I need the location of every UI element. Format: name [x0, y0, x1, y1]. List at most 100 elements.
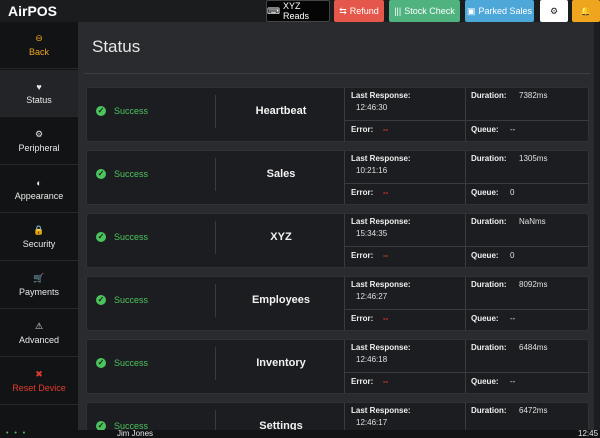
refund-label: Refund — [349, 6, 379, 16]
stock-check-label: Stock Check — [404, 6, 455, 16]
last-response-value: 12:46:18 — [356, 355, 388, 364]
sidebar-item-advanced[interactable]: ⚠ Advanced — [0, 310, 78, 357]
check-circle-icon: ✓ — [96, 420, 106, 430]
error-label: Error: — [351, 377, 374, 386]
last-response-value: 10:21:16 — [356, 166, 388, 175]
sidebar: ⊖ Back ♥ Status ⚙ Peripheral ◐ Appearanc… — [0, 22, 78, 430]
parking-icon: ▣ — [466, 5, 476, 16]
status-cell: ✓ Success — [96, 277, 148, 322]
service-name: Employees — [251, 293, 311, 306]
x-icon: ✖ — [35, 369, 43, 379]
divider — [465, 403, 466, 430]
sidebar-item-label: Payments — [18, 287, 60, 297]
contrast-icon: ◐ — [36, 177, 42, 188]
last-response-value: 12:46:30 — [356, 103, 388, 112]
app-title: AirPOS — [8, 3, 58, 19]
last-response-label: Last Response: — [351, 280, 411, 289]
last-response-label: Last Response: — [351, 91, 411, 100]
divider — [465, 277, 466, 330]
status-card-settings: ✓ Success Settings Last Response: 12:46:… — [86, 402, 589, 430]
sidebar-item-peripheral[interactable]: ⚙ Peripheral — [0, 118, 78, 165]
duration-value: 8092ms — [519, 280, 548, 289]
sidebar-item-payments[interactable]: 🛒 Payments — [0, 262, 78, 309]
service-name: Sales — [266, 167, 296, 180]
queue-label: Queue: — [471, 251, 499, 260]
barcode-icon: ||| — [394, 6, 402, 16]
queue-value: -- — [510, 314, 516, 323]
scrollbar[interactable] — [594, 22, 600, 430]
sidebar-item-label: Appearance — [14, 190, 64, 201]
duration-value: 6484ms — [519, 343, 548, 352]
top-bar: AirPOS ⌨ XYZ Reads ⇆ Refund ||| Stock Ch… — [0, 0, 600, 22]
last-response-value: 15:34:35 — [356, 229, 388, 238]
error-value: -- — [383, 125, 389, 134]
status-card-inventory: ✓ Success Inventory Last Response: 12:46… — [86, 339, 589, 394]
divider — [344, 340, 345, 393]
sidebar-item-back[interactable]: ⊖ Back — [0, 22, 78, 69]
service-name: Inventory — [256, 356, 306, 369]
divider — [345, 246, 589, 247]
heartbeat-icon: ♥ — [36, 81, 42, 92]
queue-value: 0 — [510, 251, 515, 260]
back-circle-icon: ⊖ — [35, 33, 43, 43]
last-response-value: 12:46:27 — [356, 292, 388, 301]
stock-check-button[interactable]: ||| Stock Check — [389, 0, 460, 22]
xyz-reads-label: XYZ Reads — [283, 1, 310, 21]
service-name: Heartbeat — [255, 104, 307, 117]
status-card-heartbeat: ✓ Success Heartbeat Last Response: 12:46… — [86, 87, 589, 142]
duration-label: Duration: — [471, 91, 507, 100]
refund-button[interactable]: ⇆ Refund — [334, 0, 384, 22]
status-text: Success — [114, 231, 149, 242]
title-divider — [84, 73, 590, 74]
duration-value: NaNms — [519, 217, 546, 226]
xyz-reads-button[interactable]: ⌨ XYZ Reads — [266, 0, 330, 22]
last-response-label: Last Response: — [351, 406, 411, 415]
refund-icon: ⇆ — [339, 5, 347, 16]
check-circle-icon: ✓ — [96, 168, 106, 179]
queue-label: Queue: — [471, 377, 499, 386]
divider — [465, 151, 466, 204]
duration-label: Duration: — [471, 217, 507, 226]
status-card-xyz: ✓ Success XYZ Last Response: 15:34:35 Du… — [86, 213, 589, 268]
queue-value: 0 — [510, 188, 515, 197]
sidebar-item-appearance[interactable]: ◐ Appearance — [0, 166, 78, 213]
keyboard-icon: ⌨ — [267, 5, 280, 16]
divider — [344, 277, 345, 330]
service-name: Settings — [259, 419, 303, 431]
duration-value: 1305ms — [519, 154, 548, 163]
alert-button[interactable]: 🔔 — [572, 0, 600, 22]
lock-icon: 🔒 — [33, 225, 45, 235]
divider — [465, 88, 466, 141]
sidebar-item-security[interactable]: 🔒 Security — [0, 214, 78, 261]
duration-label: Duration: — [471, 343, 507, 352]
last-response-label: Last Response: — [351, 154, 411, 163]
error-label: Error: — [351, 188, 374, 197]
status-text: Success — [114, 168, 149, 179]
sidebar-item-status[interactable]: ♥ Status — [0, 70, 78, 117]
divider — [345, 309, 589, 310]
status-cell: ✓ Success — [96, 88, 148, 133]
divider — [344, 214, 345, 267]
status-cell: ✓ Success — [96, 151, 148, 196]
queue-label: Queue: — [471, 188, 499, 197]
status-cell: ✓ Success — [96, 340, 148, 385]
sidebar-item-label: Advanced — [18, 335, 60, 345]
parked-sales-button[interactable]: ▣ Parked Sales — [465, 0, 534, 22]
settings-button[interactable]: ⚙ — [540, 0, 568, 22]
duration-label: Duration: — [471, 280, 507, 289]
queue-label: Queue: — [471, 125, 499, 134]
sidebar-item-label: Peripheral — [18, 143, 60, 153]
service-name: XYZ — [270, 230, 292, 243]
sidebar-item-reset-device[interactable]: ✖ Reset Device — [0, 358, 78, 405]
sidebar-item-label: Status — [26, 94, 52, 105]
status-text: Success — [114, 294, 149, 305]
last-response-value: 12:46:17 — [356, 418, 388, 427]
error-value: -- — [383, 377, 389, 386]
duration-value: 7382ms — [519, 91, 548, 100]
clock: 12:45 — [578, 429, 599, 438]
error-label: Error: — [351, 125, 374, 134]
check-circle-icon: ✓ — [96, 294, 106, 305]
status-text: Success — [114, 357, 149, 368]
duration-label: Duration: — [471, 154, 507, 163]
divider — [345, 183, 589, 184]
